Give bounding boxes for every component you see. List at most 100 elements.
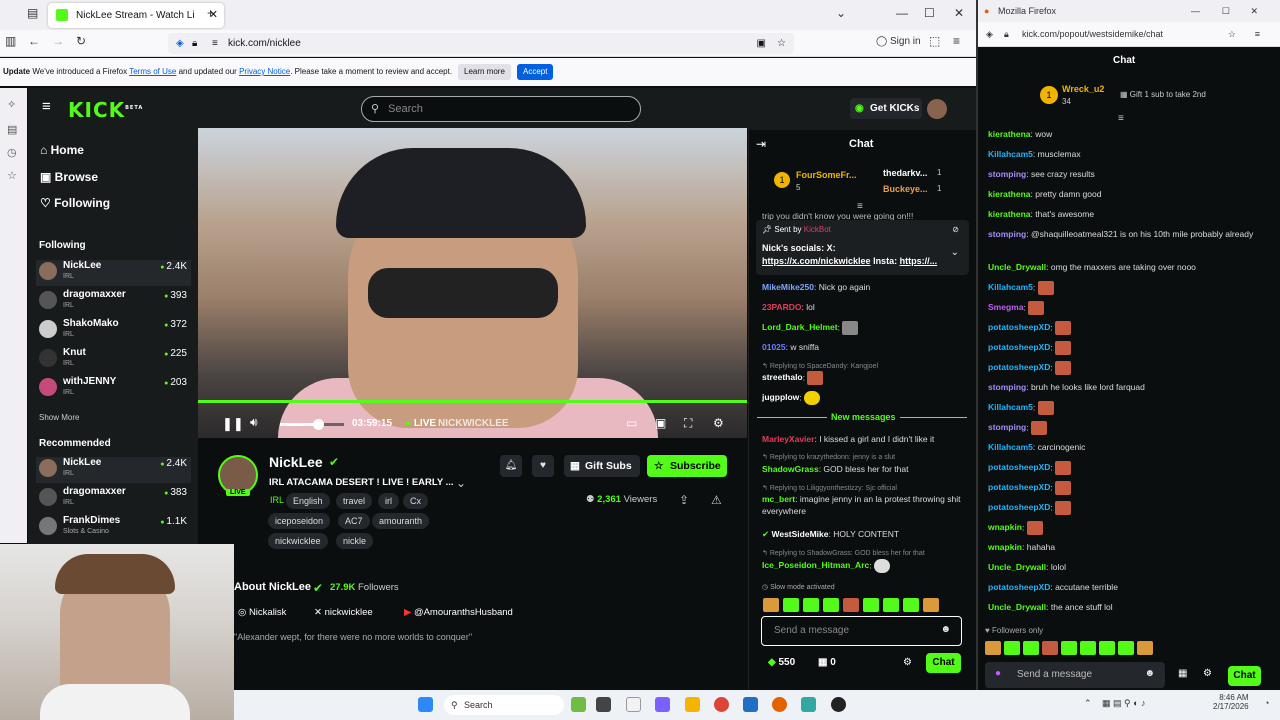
emote-button[interactable] [883, 597, 899, 612]
emote-button[interactable] [1099, 640, 1115, 655]
sidebar-channel[interactable]: ShakoMako IRL 372 [36, 318, 191, 344]
chevron-down-icon[interactable]: ⌄ [456, 476, 466, 490]
emote-button[interactable] [903, 597, 919, 612]
emote-button[interactable] [843, 597, 859, 612]
clock[interactable]: 8:46 AM 2/17/2026 [1213, 693, 1249, 711]
social-instagram[interactable]: ◎ Nickalisk [238, 607, 286, 618]
close-window-icon[interactable]: ✕ [954, 6, 964, 20]
chat-username[interactable]: stomping [988, 382, 1026, 392]
chat-username[interactable]: Killahcam5 [988, 282, 1033, 292]
copilot-icon[interactable] [655, 697, 670, 712]
right-url-bar[interactable]: ◈ 🔒︎ kick.com/popout/westsidemike/chat ☆… [978, 22, 1280, 47]
emote-button[interactable] [1118, 640, 1134, 655]
chat-username[interactable]: WestSideMike [771, 529, 828, 539]
chat-username[interactable]: stomping [988, 169, 1026, 179]
chat-settings-icon[interactable]: ⚙ [903, 657, 912, 668]
menu-icon[interactable]: ≡ [1255, 22, 1260, 47]
history-icon[interactable]: ◷ [7, 146, 17, 159]
social-x[interactable]: ✕ nickwicklee [314, 607, 373, 618]
chat-username[interactable]: stomping [988, 422, 1026, 432]
fullscreen-icon[interactable]: ⛶ [684, 416, 692, 431]
reader-icon[interactable]: ▣ [757, 33, 766, 54]
streamer-name[interactable]: NickLee [269, 454, 323, 470]
popout-chat-input[interactable]: ● Send a message ☻ [985, 662, 1165, 688]
privacy-link[interactable]: Privacy Notice [239, 67, 290, 76]
sidebar-channel[interactable]: NickLee IRL 2.4K [36, 457, 191, 483]
bookmarks-icon[interactable]: ☆ [7, 169, 17, 182]
sync-tabs-icon[interactable]: ▤ [7, 123, 17, 136]
chevron-down-icon[interactable]: ⌄ [836, 6, 846, 20]
sidebar-channel[interactable]: dragomaxxer IRL 393 [36, 289, 191, 315]
chat-username[interactable]: potatosheepXD [988, 482, 1050, 492]
extensions-icon[interactable]: ⬚ [929, 34, 940, 48]
forward-icon[interactable]: → [52, 34, 64, 48]
taskbar-search[interactable]: ⚲ Search [444, 695, 564, 715]
kick-logo[interactable]: KICKBETA [68, 98, 143, 122]
chat-username[interactable]: potatosheepXD [988, 502, 1050, 512]
leader-name[interactable]: Wreck_u2 [1062, 84, 1104, 94]
tag[interactable]: Cx [403, 493, 428, 509]
chat-username[interactable]: potatosheepXD [988, 362, 1050, 372]
sidebar-channel[interactable]: FrankDimes Slots & Casino 1.1K [36, 515, 191, 541]
nav-following[interactable]: ♡ Following [40, 196, 110, 210]
report-icon[interactable]: ⚠ [711, 493, 722, 507]
mic-icon[interactable]: ● [995, 668, 1001, 679]
chat-username[interactable]: MarleyXavier [762, 434, 814, 444]
hamburger-icon[interactable]: ≡ [42, 98, 51, 115]
chat-username[interactable]: jugpplow [762, 392, 799, 402]
volume-knob[interactable] [313, 419, 325, 430]
pip-icon[interactable]: ▣ [655, 416, 666, 430]
app-icon[interactable] [801, 697, 816, 712]
chat-username[interactable]: 23PARDO [762, 302, 802, 312]
sign-in-button[interactable]: ◯ Sign in [876, 36, 921, 47]
notepad-icon[interactable] [626, 697, 641, 712]
chat-username[interactable]: ShadowGrass [762, 464, 819, 474]
tab-list-icon[interactable]: ▤ [27, 6, 38, 20]
maximize-icon[interactable]: ☐ [924, 6, 935, 20]
chat-username[interactable]: MikeMike250 [762, 282, 814, 292]
tag[interactable]: amouranth [372, 513, 430, 529]
chat-username[interactable]: Lord_Dark_Helmet [762, 322, 838, 332]
notification-bell-icon[interactable]: 🔔︎ [500, 455, 522, 477]
chat-input[interactable]: Send a message ☻ [761, 616, 962, 646]
start-icon[interactable] [418, 697, 433, 712]
tray-icons[interactable]: ▦ ▤ ⚲ ◐ ♪ [1102, 698, 1146, 709]
sidebar-toggle-icon[interactable]: ▥ [5, 34, 16, 48]
maximize-icon[interactable]: ☐ [1222, 0, 1230, 22]
pinned-link[interactable]: https://x.com/nickwicklee [762, 256, 871, 266]
chat-username[interactable]: Uncle_Drywall [988, 602, 1046, 612]
learn-more-button[interactable]: Learn more [458, 64, 511, 80]
chat-username[interactable]: streethalo [762, 372, 803, 382]
menu-icon[interactable]: ≡ [953, 34, 960, 48]
minimize-icon[interactable]: — [1191, 0, 1200, 22]
chrome-icon[interactable] [714, 697, 729, 712]
pinned-link[interactable]: https://... [900, 256, 938, 266]
gift-balance[interactable]: ▦ 0 [818, 657, 836, 668]
chat-username[interactable]: potatosheepXD [988, 342, 1050, 352]
chat-username[interactable]: wnapkin [988, 522, 1022, 532]
chevron-down-icon[interactable]: ⌄ [951, 247, 959, 258]
ai-icon[interactable]: ✧ [7, 98, 16, 111]
emote-button[interactable] [803, 597, 819, 612]
nav-browse[interactable]: ▣ Browse [40, 170, 98, 184]
pause-icon[interactable]: ❚❚ [222, 416, 244, 432]
url-bar[interactable]: ◈ 🔒︎ ≡ kick.com/nicklee ▣ ☆ [168, 33, 794, 54]
sidebar-channel[interactable]: dragomaxxer IRL 383 [36, 486, 191, 512]
leader-name[interactable]: thedarkv... [883, 168, 927, 178]
share-icon[interactable]: ⇪ [679, 493, 689, 507]
emote-button[interactable] [823, 597, 839, 612]
emote-button[interactable] [863, 597, 879, 612]
emote-button[interactable] [1080, 640, 1096, 655]
collapse-chat-icon[interactable]: ⇥ [756, 137, 766, 151]
get-kicks-button[interactable]: ◉ Get KICKs [850, 98, 922, 119]
tag[interactable]: AC7 [338, 513, 370, 529]
chat-username[interactable]: Killahcam5 [988, 402, 1033, 412]
emote-button[interactable] [1004, 640, 1020, 655]
chat-username[interactable]: potatosheepXD [988, 462, 1050, 472]
volume-slider[interactable] [280, 419, 344, 430]
widgets-icon[interactable] [571, 697, 586, 712]
search-input[interactable]: ⚲ Search [361, 96, 641, 122]
send-chat-button[interactable]: Chat [926, 653, 961, 673]
subscribe-button[interactable]: ☆ Subscribe [647, 455, 727, 477]
leader-name[interactable]: FourSomeFr... [796, 170, 857, 180]
